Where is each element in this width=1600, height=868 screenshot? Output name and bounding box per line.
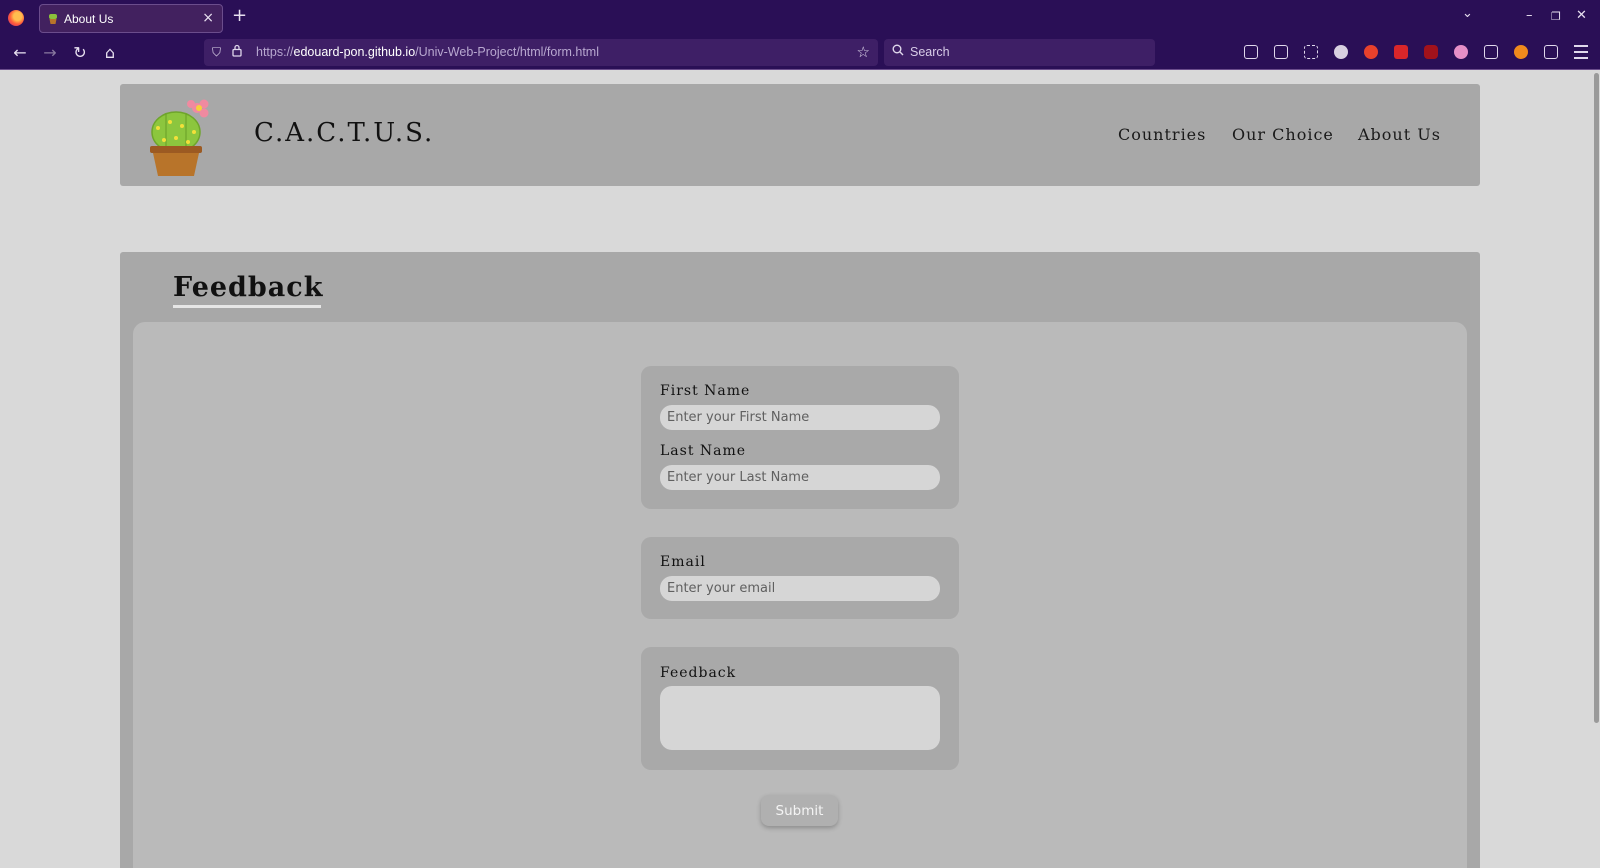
tab-title: About Us bbox=[64, 12, 114, 26]
puzzle-icon[interactable] bbox=[1544, 45, 1558, 59]
tracking-shield-icon[interactable]: ⛉ bbox=[212, 45, 221, 60]
back-arrow-icon[interactable]: ← bbox=[10, 43, 30, 62]
scrollbar-thumb[interactable] bbox=[1594, 73, 1599, 723]
url-scheme: https:// bbox=[256, 45, 294, 59]
nav-link-about-us[interactable]: About Us bbox=[1358, 125, 1441, 144]
cactus-logo-icon[interactable] bbox=[144, 96, 216, 176]
address-bar[interactable]: ⛉ https://edouard-pon.github.io/Univ-Web… bbox=[204, 39, 878, 66]
ghost-extension-icon[interactable] bbox=[1334, 45, 1348, 59]
url-text[interactable]: https://edouard-pon.github.io/Univ-Web-P… bbox=[256, 45, 599, 59]
reader-icon[interactable] bbox=[1274, 45, 1288, 59]
forward-arrow-icon[interactable]: → bbox=[40, 43, 60, 62]
wallet-icon[interactable] bbox=[1484, 45, 1498, 59]
red-pen-extension-icon[interactable] bbox=[1394, 45, 1408, 59]
feedback-label: Feedback bbox=[660, 665, 737, 681]
first-name-label: First Name bbox=[660, 383, 751, 399]
red-extension-icon[interactable] bbox=[1364, 45, 1378, 59]
browser-tab-active[interactable]: About Us × bbox=[39, 4, 223, 33]
url-host: edouard-pon.github.io bbox=[293, 45, 416, 59]
close-window-icon[interactable]: ✕ bbox=[1576, 8, 1587, 23]
first-name-input[interactable] bbox=[660, 405, 940, 430]
search-bar[interactable]: Search bbox=[884, 39, 1155, 66]
bookmark-star-icon[interactable]: ☆ bbox=[857, 43, 870, 61]
firefox-logo-icon[interactable] bbox=[8, 10, 24, 26]
new-tab-button[interactable]: + bbox=[232, 5, 247, 26]
url-path: /Univ-Web-Project/html/form.html bbox=[415, 45, 599, 59]
site-title[interactable]: C.A.C.T.U.S. bbox=[254, 118, 434, 148]
reload-icon[interactable]: ↻ bbox=[70, 43, 90, 62]
brave-extension-icon[interactable] bbox=[1514, 45, 1528, 59]
nav-link-our-choice[interactable]: Our Choice bbox=[1232, 125, 1334, 144]
tab-list-chevron-icon[interactable]: ⌄ bbox=[1462, 6, 1473, 21]
cactus-favicon-icon bbox=[49, 14, 57, 24]
last-name-input[interactable] bbox=[660, 465, 940, 490]
email-input[interactable] bbox=[660, 576, 940, 601]
last-name-label: Last Name bbox=[660, 443, 747, 459]
lock-icon[interactable] bbox=[232, 44, 242, 57]
feedback-textarea[interactable] bbox=[660, 686, 940, 750]
library-icon[interactable] bbox=[1244, 45, 1258, 59]
title-underline bbox=[173, 305, 321, 308]
search-icon bbox=[892, 44, 904, 56]
browser-toolbar: ← → ↻ ⌂ ⛉ https://edouard-pon.github.io/… bbox=[0, 36, 1600, 70]
page-title: Feedback bbox=[173, 272, 324, 303]
nav-link-countries[interactable]: Countries bbox=[1118, 125, 1206, 144]
menu-icon[interactable] bbox=[1574, 45, 1588, 59]
tab-grid-icon[interactable] bbox=[1304, 45, 1318, 59]
minimize-icon[interactable]: – bbox=[1526, 8, 1533, 23]
search-placeholder: Search bbox=[910, 45, 950, 59]
email-label: Email bbox=[660, 554, 706, 570]
ublock-icon[interactable] bbox=[1424, 45, 1438, 59]
home-icon[interactable]: ⌂ bbox=[100, 43, 120, 62]
tab-close-icon[interactable]: × bbox=[202, 10, 214, 26]
submit-button[interactable]: Submit bbox=[761, 795, 838, 826]
restore-icon[interactable]: ❐ bbox=[1551, 10, 1561, 23]
pink-extension-icon[interactable] bbox=[1454, 45, 1468, 59]
browser-tab-bar: About Us × + ⌄ – ❐ ✕ bbox=[0, 0, 1600, 36]
